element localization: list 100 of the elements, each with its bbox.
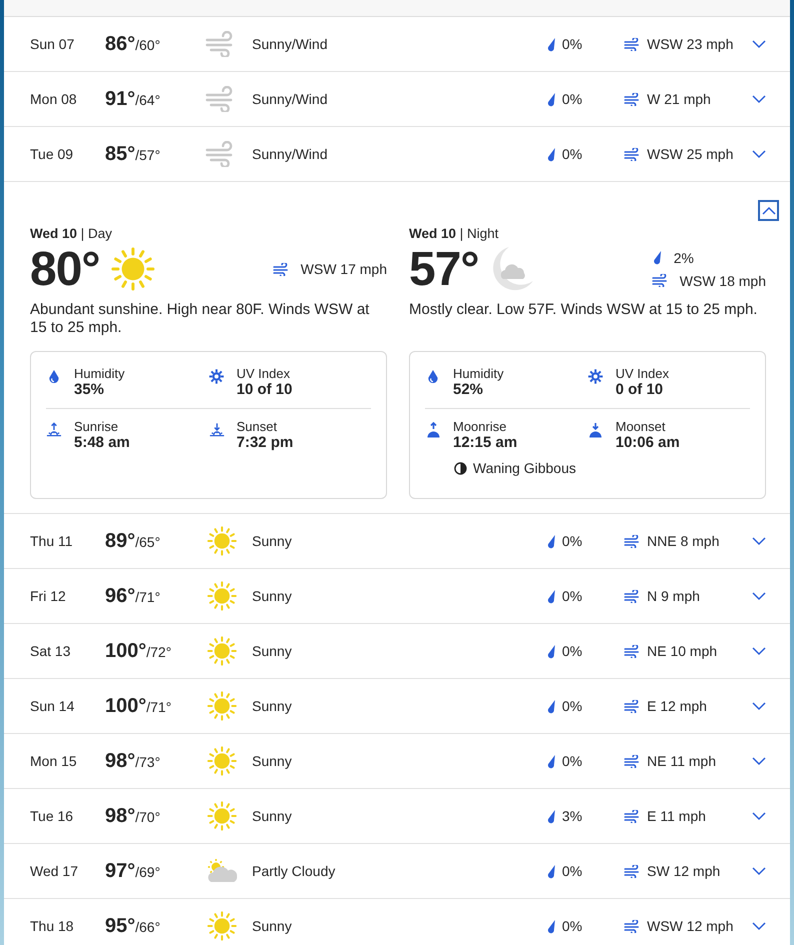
precipitation-chance: 0% <box>562 588 582 604</box>
high-temperature: 100° <box>105 694 146 718</box>
stat-value: 10 of 10 <box>236 381 292 398</box>
forecast-row[interactable]: Mon 08 91°/64° Sunny/Wind 0% W 21 mph <box>4 72 790 127</box>
wind-speed: NNE 8 mph <box>647 533 720 549</box>
day-date: Mon 08 <box>29 91 78 107</box>
forecast-description: Abundant sunshine. High near 80F. Winds WSW at 15 to 25 mph. <box>30 301 370 337</box>
high-temperature: 97° <box>105 860 136 882</box>
chevron-down-icon <box>752 866 766 876</box>
stat-label: Humidity <box>453 366 504 381</box>
forecast-row[interactable]: Fri 12 96°/71° Sunny 0% N 9 mph <box>4 569 790 624</box>
precipitation-chance: 0% <box>562 533 582 549</box>
day-date: Sat 13 <box>29 643 72 659</box>
chevron-down-icon <box>752 812 766 820</box>
low-temperature: /71° <box>135 588 160 604</box>
condition: Sunny <box>252 643 293 659</box>
day-date: Thu 18 <box>29 918 75 934</box>
stat-value: 35% <box>74 381 106 398</box>
low-temperature: /60° <box>135 36 160 52</box>
raindrop-icon <box>546 146 556 162</box>
high-temperature: 91° <box>105 88 136 110</box>
condition: Sunny <box>252 698 293 714</box>
stat-value: 12:15 am <box>453 434 518 451</box>
low-temperature: /72° <box>146 644 172 660</box>
wind-icon <box>624 864 640 878</box>
wind-speed: NE 10 mph <box>647 643 718 659</box>
wind-icon <box>624 700 640 712</box>
forecast-row[interactable]: Sun 14 100°/71° Sunny 0% E 12 mph <box>4 679 790 734</box>
low-temperature: /73° <box>135 754 160 770</box>
raindrop-icon <box>546 698 556 714</box>
sunset-icon <box>208 422 224 437</box>
wind-icon <box>624 38 640 50</box>
condition: Sunny/Wind <box>252 146 328 162</box>
forecast-row[interactable]: Wed 17 97°/69° Partly Cloudy 0% SW 12 mph <box>4 844 790 899</box>
uv-icon <box>209 369 224 384</box>
wind-speed: N 9 mph <box>647 588 700 604</box>
sun-icon <box>205 799 239 833</box>
wind-speed: NE 11 mph <box>647 753 716 769</box>
wind-icon <box>624 590 640 602</box>
period-heading: Wed 10 | Day <box>30 226 114 241</box>
raindrop-icon <box>546 92 556 106</box>
forecast-row[interactable]: Sun 07 86°/60° Sunny/Wind 0% WSW 23 mph <box>4 17 790 72</box>
chevron-down-icon <box>752 646 766 656</box>
sun-icon <box>205 689 239 723</box>
condition: Partly Cloudy <box>252 863 336 879</box>
wind-icon <box>652 274 668 287</box>
precipitation-chance: 0% <box>562 36 582 52</box>
forecast-row[interactable]: Thu 11 89°/65° Sunny 0% NNE 8 mph <box>4 514 790 569</box>
forecast-row[interactable]: Mon 15 98°/73° Sunny 0% NE 11 mph <box>4 734 790 789</box>
raindrop-icon <box>546 36 556 52</box>
stat-label: Moonset <box>616 419 666 434</box>
chevron-down-icon <box>752 536 766 546</box>
sun-icon <box>205 909 239 943</box>
high-temperature: 98° <box>105 804 136 828</box>
precipitation-chance: 0% <box>562 753 582 769</box>
wind-speed: WSW 23 mph <box>647 36 734 52</box>
sun-icon <box>205 579 239 613</box>
forecast-row[interactable]: Tue 16 98°/70° Sunny 3% E 11 mph <box>4 789 790 844</box>
collapse-button[interactable] <box>758 200 779 221</box>
low-temperature: /66° <box>135 918 160 934</box>
low-temperature: /70° <box>135 808 160 824</box>
raindrop-icon <box>546 754 556 768</box>
day-date: Fri 12 <box>29 588 67 604</box>
condition: Sunny <box>252 753 293 769</box>
stat-label: UV Index <box>236 366 291 381</box>
day-date: Sun 07 <box>29 36 76 52</box>
chevron-down-icon <box>752 150 766 158</box>
day-date: Sun 14 <box>29 698 76 714</box>
high-temperature: 98° <box>105 750 136 772</box>
sun-icon <box>205 524 239 558</box>
high-temperature: 95° <box>105 914 136 938</box>
chevron-down-icon <box>752 922 766 930</box>
low-temperature: /69° <box>135 864 160 880</box>
stat-label: Sunset <box>236 419 278 434</box>
forecast-description: Mostly clear. Low 57F. Winds WSW at 15 to 25 mph. <box>409 301 758 320</box>
forecast-row[interactable]: Sat 13 100°/72° Sunny 0% NE 10 mph <box>4 624 790 679</box>
wind-icon <box>624 534 640 548</box>
wind-speed: WSW 18 mph <box>680 272 766 288</box>
day-date: Tue 09 <box>29 146 74 162</box>
raindrop-icon <box>546 864 556 878</box>
moonset-icon <box>589 422 602 438</box>
low-temperature: /71° <box>146 698 172 714</box>
stat-value: 5:48 am <box>74 434 130 451</box>
raindrop-icon <box>546 918 556 934</box>
wind-icon <box>624 148 640 160</box>
condition: Sunny <box>252 808 293 824</box>
raindrop-icon <box>652 250 662 265</box>
low-temperature: /57° <box>135 146 160 162</box>
precipitation-chance: 0% <box>562 863 582 879</box>
day-date: Mon 15 <box>29 753 78 769</box>
condition: Sunny <box>252 918 293 934</box>
droplet-icon <box>427 369 439 384</box>
precipitation-chance: 0% <box>562 698 582 714</box>
chevron-down-icon <box>752 94 766 104</box>
stat-value: 7:32 pm <box>236 434 294 451</box>
day-date: Tue 16 <box>29 808 74 824</box>
chevron-up-icon <box>762 206 776 215</box>
precipitation-chance: 0% <box>562 91 582 107</box>
forecast-row[interactable]: Tue 09 85°/57° Sunny/Wind 0% WSW 25 mph <box>4 127 790 182</box>
forecast-row[interactable]: Thu 18 95°/66° Sunny 0% WSW 12 mph <box>4 899 790 945</box>
